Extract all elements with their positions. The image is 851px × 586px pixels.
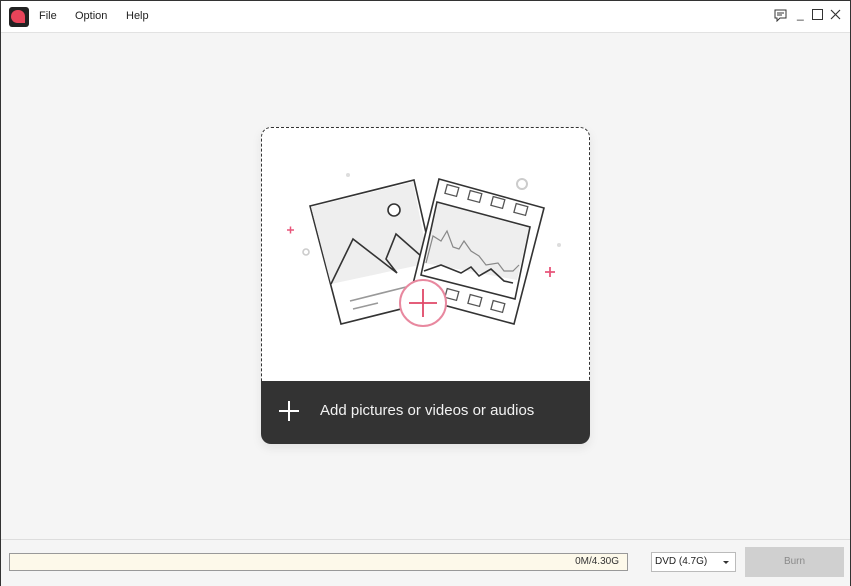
burn-button[interactable]: Burn [745,547,844,577]
chevron-down-icon [723,561,729,564]
add-media-button[interactable]: Add pictures or videos or audios [261,381,590,444]
add-media-dropzone[interactable]: Add pictures or videos or audios [261,127,590,444]
media-illustration [286,172,561,327]
footer-bar: 0M/4.30G DVD (4.7G) Burn [1,539,850,586]
add-media-label: Add pictures or videos or audios [320,402,535,419]
title-bar: File Option Help _ [1,1,850,33]
maximize-button[interactable] [812,9,823,23]
menu-file[interactable]: File [39,10,57,22]
menu-option[interactable]: Option [75,10,107,22]
disc-type-value: DVD (4.7G) [655,556,708,567]
dropzone-illustration-area[interactable] [261,127,590,382]
add-circle-icon [398,278,447,327]
feedback-icon[interactable] [774,9,787,25]
app-window: File Option Help _ Add pictures or video… [0,0,851,586]
disc-capacity-bar: 0M/4.30G [9,553,628,571]
plus-icon [279,401,299,421]
close-button[interactable] [830,9,841,23]
app-logo [9,7,29,27]
disc-type-select[interactable]: DVD (4.7G) [651,552,736,572]
menu-help[interactable]: Help [126,10,149,22]
minimize-button[interactable]: _ [797,7,804,21]
